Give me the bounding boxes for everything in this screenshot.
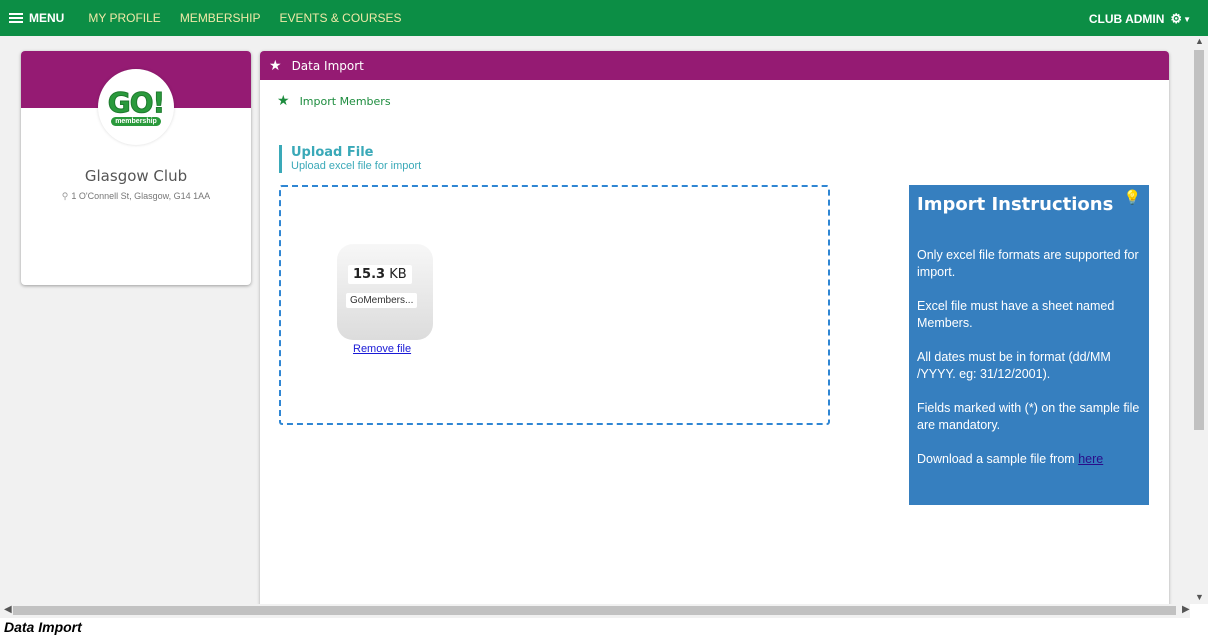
nav-events-courses[interactable]: EVENTS & COURSES (280, 11, 402, 25)
scrollbar-corner (1190, 604, 1208, 618)
horizontal-scrollbar[interactable]: ◀ ▶ (0, 604, 1190, 618)
upload-subtitle: Upload excel file for import (291, 160, 422, 172)
download-sample-text: Download a sample file from (917, 452, 1079, 466)
menu-button[interactable]: MENU (9, 11, 64, 25)
club-card: GO! membership Glasgow Club ⚲ 1 O'Connell… (21, 51, 251, 285)
download-sample-link[interactable]: here (1078, 452, 1103, 466)
instruction-item: Only excel file formats are supported fo… (917, 248, 1139, 279)
scroll-left-icon[interactable]: ◀ (4, 604, 12, 615)
club-address: ⚲ 1 O'Connell St, Glasgow, G14 1AA (21, 191, 251, 202)
user-menu-label: CLUB ADMIN (1088, 12, 1165, 26)
club-logo: GO! membership (98, 69, 174, 145)
import-instructions: 💡 Import Instructions Only excel file fo… (909, 185, 1149, 505)
chevron-down-icon: ▼ (1183, 14, 1191, 24)
map-pin-icon: ⚲ (61, 191, 69, 201)
instruction-item: All dates must be in format (dd/MM /YYYY… (917, 350, 1111, 381)
file-dropzone[interactable]: 15.3 KB GoMembers... Remove file (279, 185, 830, 425)
club-name: Glasgow Club (84, 167, 188, 185)
instruction-item: Excel file must have a sheet named Membe… (917, 299, 1115, 330)
upload-title: Upload File (291, 145, 374, 160)
file-name: GoMembers... (346, 293, 418, 308)
file-preview: 15.3 KB GoMembers... (337, 244, 433, 340)
instructions-title: Import Instructions (917, 194, 1114, 215)
instruction-item: Fields marked with (*) on the sample fil… (917, 401, 1140, 432)
upload-section-header: Upload File Upload excel file for import (279, 145, 421, 173)
panel-header: ★ Data Import (260, 51, 1169, 80)
vertical-scrollbar[interactable]: ▲ ▼ (1190, 36, 1208, 604)
scroll-right-icon[interactable]: ▶ (1182, 604, 1190, 615)
club-address-text: 1 O'Connell St, Glasgow, G14 1AA (71, 191, 211, 201)
main-nav: MY PROFILE MEMBERSHIP EVENTS & COURSES (88, 11, 401, 25)
import-members-label: Import Members (299, 94, 391, 108)
gear-icon: ⚙ (1170, 11, 1183, 26)
download-sample: Download a sample file from here (917, 451, 1141, 468)
remove-file-link[interactable]: Remove file (353, 343, 411, 355)
nav-membership[interactable]: MEMBERSHIP (180, 11, 261, 25)
lightbulb-icon: 💡 (1123, 189, 1141, 205)
logo-text: GO! (107, 85, 166, 119)
user-menu-button[interactable]: CLUB ADMIN ⚙ ▼ (1089, 11, 1191, 27)
figure-caption: Data Import (4, 619, 82, 635)
nav-my-profile[interactable]: MY PROFILE (88, 11, 160, 25)
scroll-up-icon[interactable]: ▲ (1195, 36, 1204, 46)
file-size-value: 15.3 (353, 267, 386, 282)
file-size: 15.3 KB (348, 265, 412, 284)
vertical-scroll-thumb[interactable] (1194, 50, 1204, 430)
star-icon: ★ (269, 57, 282, 74)
top-navbar: MENU MY PROFILE MEMBERSHIP EVENTS & COUR… (0, 0, 1208, 36)
file-size-unit: KB (389, 267, 407, 282)
star-icon: ★ (277, 93, 290, 109)
import-members-link[interactable]: ★ Import Members (277, 93, 391, 109)
scroll-down-icon[interactable]: ▼ (1195, 592, 1204, 602)
logo-subtext: membership (111, 116, 161, 126)
panel-title: Data Import (291, 58, 364, 73)
menu-label: MENU (29, 11, 65, 25)
data-import-panel: ★ Data Import ★ Import Members Upload Fi… (260, 51, 1169, 604)
page-content: GO! membership Glasgow Club ⚲ 1 O'Connell… (0, 36, 1190, 604)
horizontal-scroll-thumb[interactable] (13, 606, 1176, 615)
hamburger-icon (9, 11, 23, 25)
